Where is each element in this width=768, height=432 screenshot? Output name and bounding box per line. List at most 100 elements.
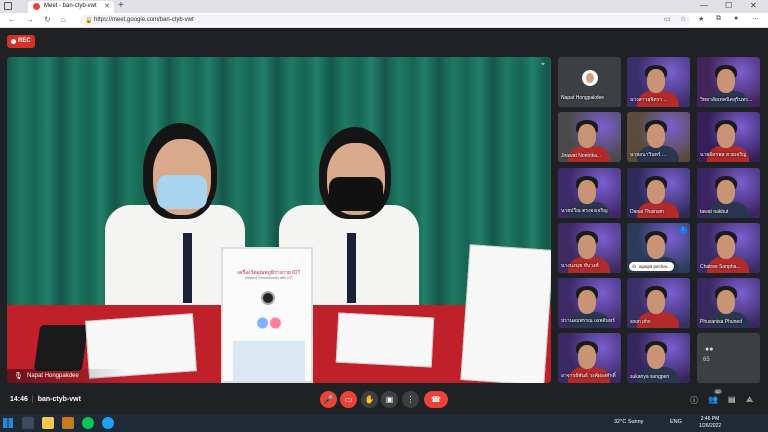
participant-name: นายปวีณ ตรงจงเจริญ xyxy=(561,208,608,214)
participant-tile[interactable]: นางสาวสุจิตรา ... xyxy=(627,57,690,107)
maximize-button[interactable]: ☐ xyxy=(725,1,732,10)
participant-tile[interactable]: นายอัครพล ฮวยเจริญ xyxy=(697,112,760,162)
line-app-icon[interactable] xyxy=(82,417,94,429)
participant-tile[interactable]: วิทยาลัยเทคนิคสุรินทร... xyxy=(697,57,760,107)
raise-hand-button[interactable]: ✋ xyxy=(361,391,378,408)
reload-icon[interactable]: ↻ xyxy=(44,15,51,24)
participant-face xyxy=(717,290,735,314)
system-clock[interactable]: 2:46 PM 1/26/2022 xyxy=(690,416,730,430)
meeting-info: 14:46 | ban-ctyb-vwt xyxy=(10,396,81,403)
back-icon[interactable]: ← xyxy=(8,15,16,24)
participant-face xyxy=(578,290,596,314)
windows-taskbar: 32°C Sunny ENG 2:46 PM 1/26/2022 xyxy=(0,414,768,432)
speaking-indicator-icon: ⁞ xyxy=(679,226,687,234)
activities-icon[interactable]: ⟁ xyxy=(746,395,753,405)
participant-tile[interactable]: อาจารย์พันธ์ วงค์ผ่องศักดิ์ xyxy=(558,333,621,383)
participant-name: นางนงนุช ทับวงศ์ xyxy=(561,263,599,269)
participant-name: Napat Hongpakdee xyxy=(561,95,605,101)
pin-icon[interactable]: ⌖ xyxy=(541,61,545,69)
participant-name: ปรานอมพรรณ เฉพจันทร์ xyxy=(561,318,615,324)
participant-tile[interactable]: soon pho xyxy=(627,278,690,328)
participant-tile[interactable]: ปรานอมพรรณ เฉพจันทร์ xyxy=(558,278,621,328)
mic-icon: 🎙 xyxy=(14,373,23,380)
participant-tile[interactable]: tawat nakbut xyxy=(697,168,760,218)
info-icon[interactable]: ⓘ xyxy=(690,395,698,406)
weather-widget[interactable]: 32°C Sunny xyxy=(614,419,643,425)
pinned-name-chip[interactable]: ⊙ apaipit pechar... xyxy=(629,262,674,271)
profile-icon[interactable]: ● xyxy=(734,15,738,22)
pin-icon: ⊙ xyxy=(632,264,637,270)
more-menu-icon[interactable]: ⋯ xyxy=(752,15,759,23)
student-left-mask xyxy=(157,175,207,209)
new-tab-button[interactable]: + xyxy=(118,0,124,11)
favorites-icon[interactable]: ★ xyxy=(698,15,704,23)
chat-icon[interactable]: ▤ xyxy=(728,395,736,404)
participant-face xyxy=(647,69,665,93)
present-button[interactable]: ▣ xyxy=(381,391,398,408)
device-sensor xyxy=(261,291,275,305)
participant-name: Danai Thainam xyxy=(630,209,664,215)
file-explorer-icon[interactable] xyxy=(42,417,54,429)
participant-tile[interactable]: Danai Thainam xyxy=(627,168,690,218)
participant-tile[interactable]: นายอนาวินทร์ ... xyxy=(627,112,690,162)
mic-off-button[interactable]: 🎤 xyxy=(320,391,337,408)
student-right-tie xyxy=(347,233,356,303)
favorite-star-icon[interactable]: ☆ xyxy=(680,15,686,23)
tab-actions-icon[interactable] xyxy=(4,2,12,10)
participant-tile[interactable]: Napat Hongpakdee xyxy=(558,57,621,107)
device-hands-graphic xyxy=(253,311,285,335)
participant-name: Jirawat Nontrika... xyxy=(561,153,602,159)
device-screen xyxy=(233,341,305,381)
windows-start-icon[interactable] xyxy=(3,418,13,428)
close-tab-icon[interactable]: ✕ xyxy=(104,2,110,10)
participant-face xyxy=(647,124,665,148)
address-toolbar: ← → ↻ ⌂ 🔒 https://meet.google.com/ban-ct… xyxy=(0,13,768,28)
more-options-button[interactable]: ⋮ xyxy=(402,391,419,408)
clock-time: 2:46 PM xyxy=(700,416,720,422)
minimize-button[interactable]: — xyxy=(700,1,708,10)
participant-name: นางสาวสุจิตรา ... xyxy=(630,97,668,103)
meeting-time: 14:46 xyxy=(10,396,28,403)
participant-tile[interactable]: sukanya sungpen xyxy=(627,333,690,383)
illustrator-icon[interactable] xyxy=(62,417,74,429)
participant-tile[interactable]: Chatree Sonpha... xyxy=(697,223,760,273)
close-window-button[interactable]: ✕ xyxy=(750,1,757,10)
home-icon[interactable]: ⌂ xyxy=(61,15,66,24)
participant-face xyxy=(647,235,665,259)
avatar xyxy=(582,70,598,86)
task-view-icon[interactable] xyxy=(22,417,34,429)
participant-name: tawat nakbut xyxy=(700,209,729,215)
participant-face xyxy=(578,180,596,204)
participant-name: อาจารย์พันธ์ วงค์ผ่องศักดิ์ xyxy=(561,373,616,379)
others-avatars-icon: ●● xyxy=(705,346,714,353)
edge-browser-icon[interactable] xyxy=(102,417,114,429)
participant-tile[interactable]: Jirawat Nontrika... xyxy=(558,112,621,162)
main-video[interactable]: เครื่องวัดอุณหภูมิร่างกาย IOT Infrared T… xyxy=(7,57,551,383)
address-bar[interactable]: 🔒 https://meet.google.com/ban-ctyb-vwt xyxy=(80,15,690,26)
paper-right xyxy=(460,244,551,383)
people-icon[interactable]: 👥 xyxy=(708,395,718,404)
record-favicon-icon xyxy=(33,3,40,10)
participant-tile[interactable]: นางนงนุช ทับวงศ์ xyxy=(558,223,621,273)
camera-off-button[interactable]: ▭ xyxy=(340,391,357,408)
participant-tile[interactable]: นายปวีณ ตรงจงเจริญ xyxy=(558,168,621,218)
participant-name: soon pho xyxy=(630,319,651,325)
rec-badge: REC xyxy=(7,35,35,48)
browser-tab[interactable]: Meet - ban-ctyb-vwt ✕ xyxy=(28,1,114,13)
participant-tile[interactable]: Phusanisa Phuned xyxy=(697,278,760,328)
participant-tile[interactable]: ⁞ ⊙ apaipit pechar... xyxy=(627,223,690,273)
forward-icon[interactable]: → xyxy=(26,15,34,24)
language-indicator[interactable]: ENG xyxy=(670,419,682,425)
browser-tab-bar: Meet - ban-ctyb-vwt ✕ + — ☐ ✕ xyxy=(0,0,768,13)
camera-indicator-icon[interactable]: ▭ xyxy=(664,15,671,23)
device-subtitle: Infrared Thermometer with IOT xyxy=(245,276,293,280)
participant-name: apaipit pechar... xyxy=(639,264,671,269)
paper-center xyxy=(335,312,435,368)
others-tile[interactable]: ●● 65 xyxy=(697,333,760,383)
collections-icon[interactable]: ⧉ xyxy=(716,15,721,23)
meeting-code: ban-ctyb-vwt xyxy=(37,396,81,403)
leave-call-button[interactable]: ☎ xyxy=(424,391,448,408)
participant-face xyxy=(717,235,735,259)
url-text: https://meet.google.com/ban-ctyb-vwt xyxy=(94,17,194,23)
participant-face xyxy=(578,345,596,369)
